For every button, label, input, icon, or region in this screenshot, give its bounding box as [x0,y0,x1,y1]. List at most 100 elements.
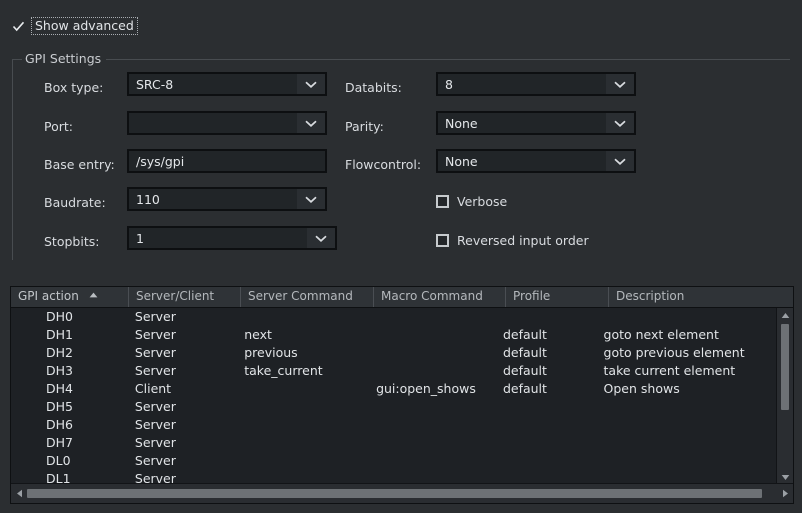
cell-profile [495,308,596,326]
table-row[interactable]: DH0Server [11,308,777,326]
scroll-down-button[interactable] [777,470,793,484]
cell-gpi_action: DH7 [11,434,127,452]
label-baudrate: Baudrate: [44,195,106,210]
cell-server_client: Server [127,326,236,344]
cell-profile: default [495,326,596,344]
baudrate-combobox[interactable]: 110 [127,187,327,211]
flowcontrol-value: None [438,154,606,169]
scroll-up-button[interactable] [777,308,793,322]
label-databits: Databits: [345,80,402,95]
horizontal-scrollbar[interactable] [11,483,793,503]
chevron-down-icon[interactable] [606,151,634,171]
table-row[interactable]: DH5Server [11,398,777,416]
cell-macro_command [366,362,495,380]
column-header-gpi-action[interactable]: GPI action [11,287,129,307]
cell-server_client: Server [127,308,236,326]
cell-server_command: take_current [236,362,366,380]
cell-profile [495,434,596,452]
verbose-label: Verbose [457,194,507,209]
port-combobox[interactable] [127,111,327,135]
cell-server_client: Server [127,416,236,434]
scroll-left-button[interactable] [11,484,27,503]
table-row[interactable]: DH1Servernextdefaultgoto next element [11,326,777,344]
cell-profile [495,470,596,484]
table-row[interactable]: DH7Server [11,434,777,452]
cell-profile: default [495,380,596,398]
table-row[interactable]: DH4Clientgui:open_showsdefaultOpen shows [11,380,777,398]
table-body[interactable]: DH0ServerDH1Servernextdefaultgoto next e… [11,308,777,484]
box-type-combobox[interactable]: SRC-8 [127,72,327,96]
cell-profile: default [495,344,596,362]
stopbits-combobox[interactable]: 1 [127,226,337,250]
group-title: GPI Settings [22,51,106,66]
cell-gpi_action: DH3 [11,362,127,380]
chevron-down-icon[interactable] [606,74,634,94]
cell-gpi_action: DH2 [11,344,127,362]
chevron-down-icon[interactable] [606,113,634,133]
cell-description: take current element [596,362,777,380]
column-header-profile[interactable]: Profile [506,287,609,307]
column-header-description[interactable]: Description [609,287,794,307]
reversed-input-order-checkbox[interactable]: Reversed input order [436,233,589,248]
label-base-entry: Base entry: [44,157,115,172]
databits-combobox[interactable]: 8 [436,72,636,96]
parity-combobox[interactable]: None [436,111,636,135]
cell-server_command: previous [236,344,366,362]
table-row[interactable]: DH6Server [11,416,777,434]
cell-macro_command [366,326,495,344]
horizontal-scrollbar-track[interactable] [27,484,777,503]
cell-profile: default [495,362,596,380]
column-header-server-client[interactable]: Server/Client [129,287,241,307]
table-header-row: GPI action Server/Client Server Command … [11,287,794,308]
chevron-down-icon[interactable] [297,189,325,209]
chevron-down-icon[interactable] [307,228,335,248]
table-row[interactable]: DL1Server [11,470,777,484]
cell-description [596,434,777,452]
databits-value: 8 [438,77,606,92]
cell-description [596,470,777,484]
table-row[interactable]: DH3Servertake_currentdefaulttake current… [11,362,777,380]
show-advanced-checkbox[interactable]: Show advanced [12,16,138,36]
baudrate-value: 110 [129,192,297,207]
cell-gpi_action: DH4 [11,380,127,398]
table-row[interactable]: DH2Serverprevious defaultgoto previous el… [11,344,777,362]
base-entry-textfield[interactable]: /sys/gpi [127,149,327,173]
table-row[interactable]: DL0Server [11,452,777,470]
cell-server_client: Server [127,344,236,362]
triangle-up-icon [89,292,98,298]
cell-gpi_action: DH6 [11,416,127,434]
vertical-scrollbar-thumb[interactable] [781,324,789,410]
cell-server_client: Client [127,380,236,398]
flowcontrol-combobox[interactable]: None [436,149,636,173]
parity-value: None [438,116,606,131]
chevron-down-icon[interactable] [297,74,325,94]
vertical-scrollbar[interactable] [776,308,793,484]
checkmark-icon [12,20,25,33]
verbose-checkbox[interactable]: Verbose [436,194,507,209]
checkbox-box-icon [436,234,449,247]
scroll-right-button[interactable] [777,484,793,503]
cell-macro_command [366,344,495,362]
cell-server_command [236,470,366,484]
cell-profile [495,398,596,416]
column-header-macro-command[interactable]: Macro Command [374,287,506,307]
cell-server_command [236,434,366,452]
cell-description: goto previous element [596,344,777,362]
base-entry-value: /sys/gpi [129,154,325,169]
cell-server_client: Server [127,452,236,470]
cell-macro_command [366,434,495,452]
cell-macro_command: gui:open_shows [366,380,495,398]
cell-macro_command [366,452,495,470]
checkbox-box-icon [436,195,449,208]
cell-description: goto next element [596,326,777,344]
label-parity: Parity: [345,119,384,134]
cell-gpi_action: DL1 [11,470,127,484]
label-flowcontrol: Flowcontrol: [345,157,421,172]
chevron-down-icon[interactable] [297,113,325,133]
column-header-label: GPI action [18,289,79,303]
cell-macro_command [366,398,495,416]
cell-server_command [236,308,366,326]
horizontal-scrollbar-thumb[interactable] [27,489,762,498]
column-header-server-command[interactable]: Server Command [241,287,374,307]
cell-description [596,308,777,326]
